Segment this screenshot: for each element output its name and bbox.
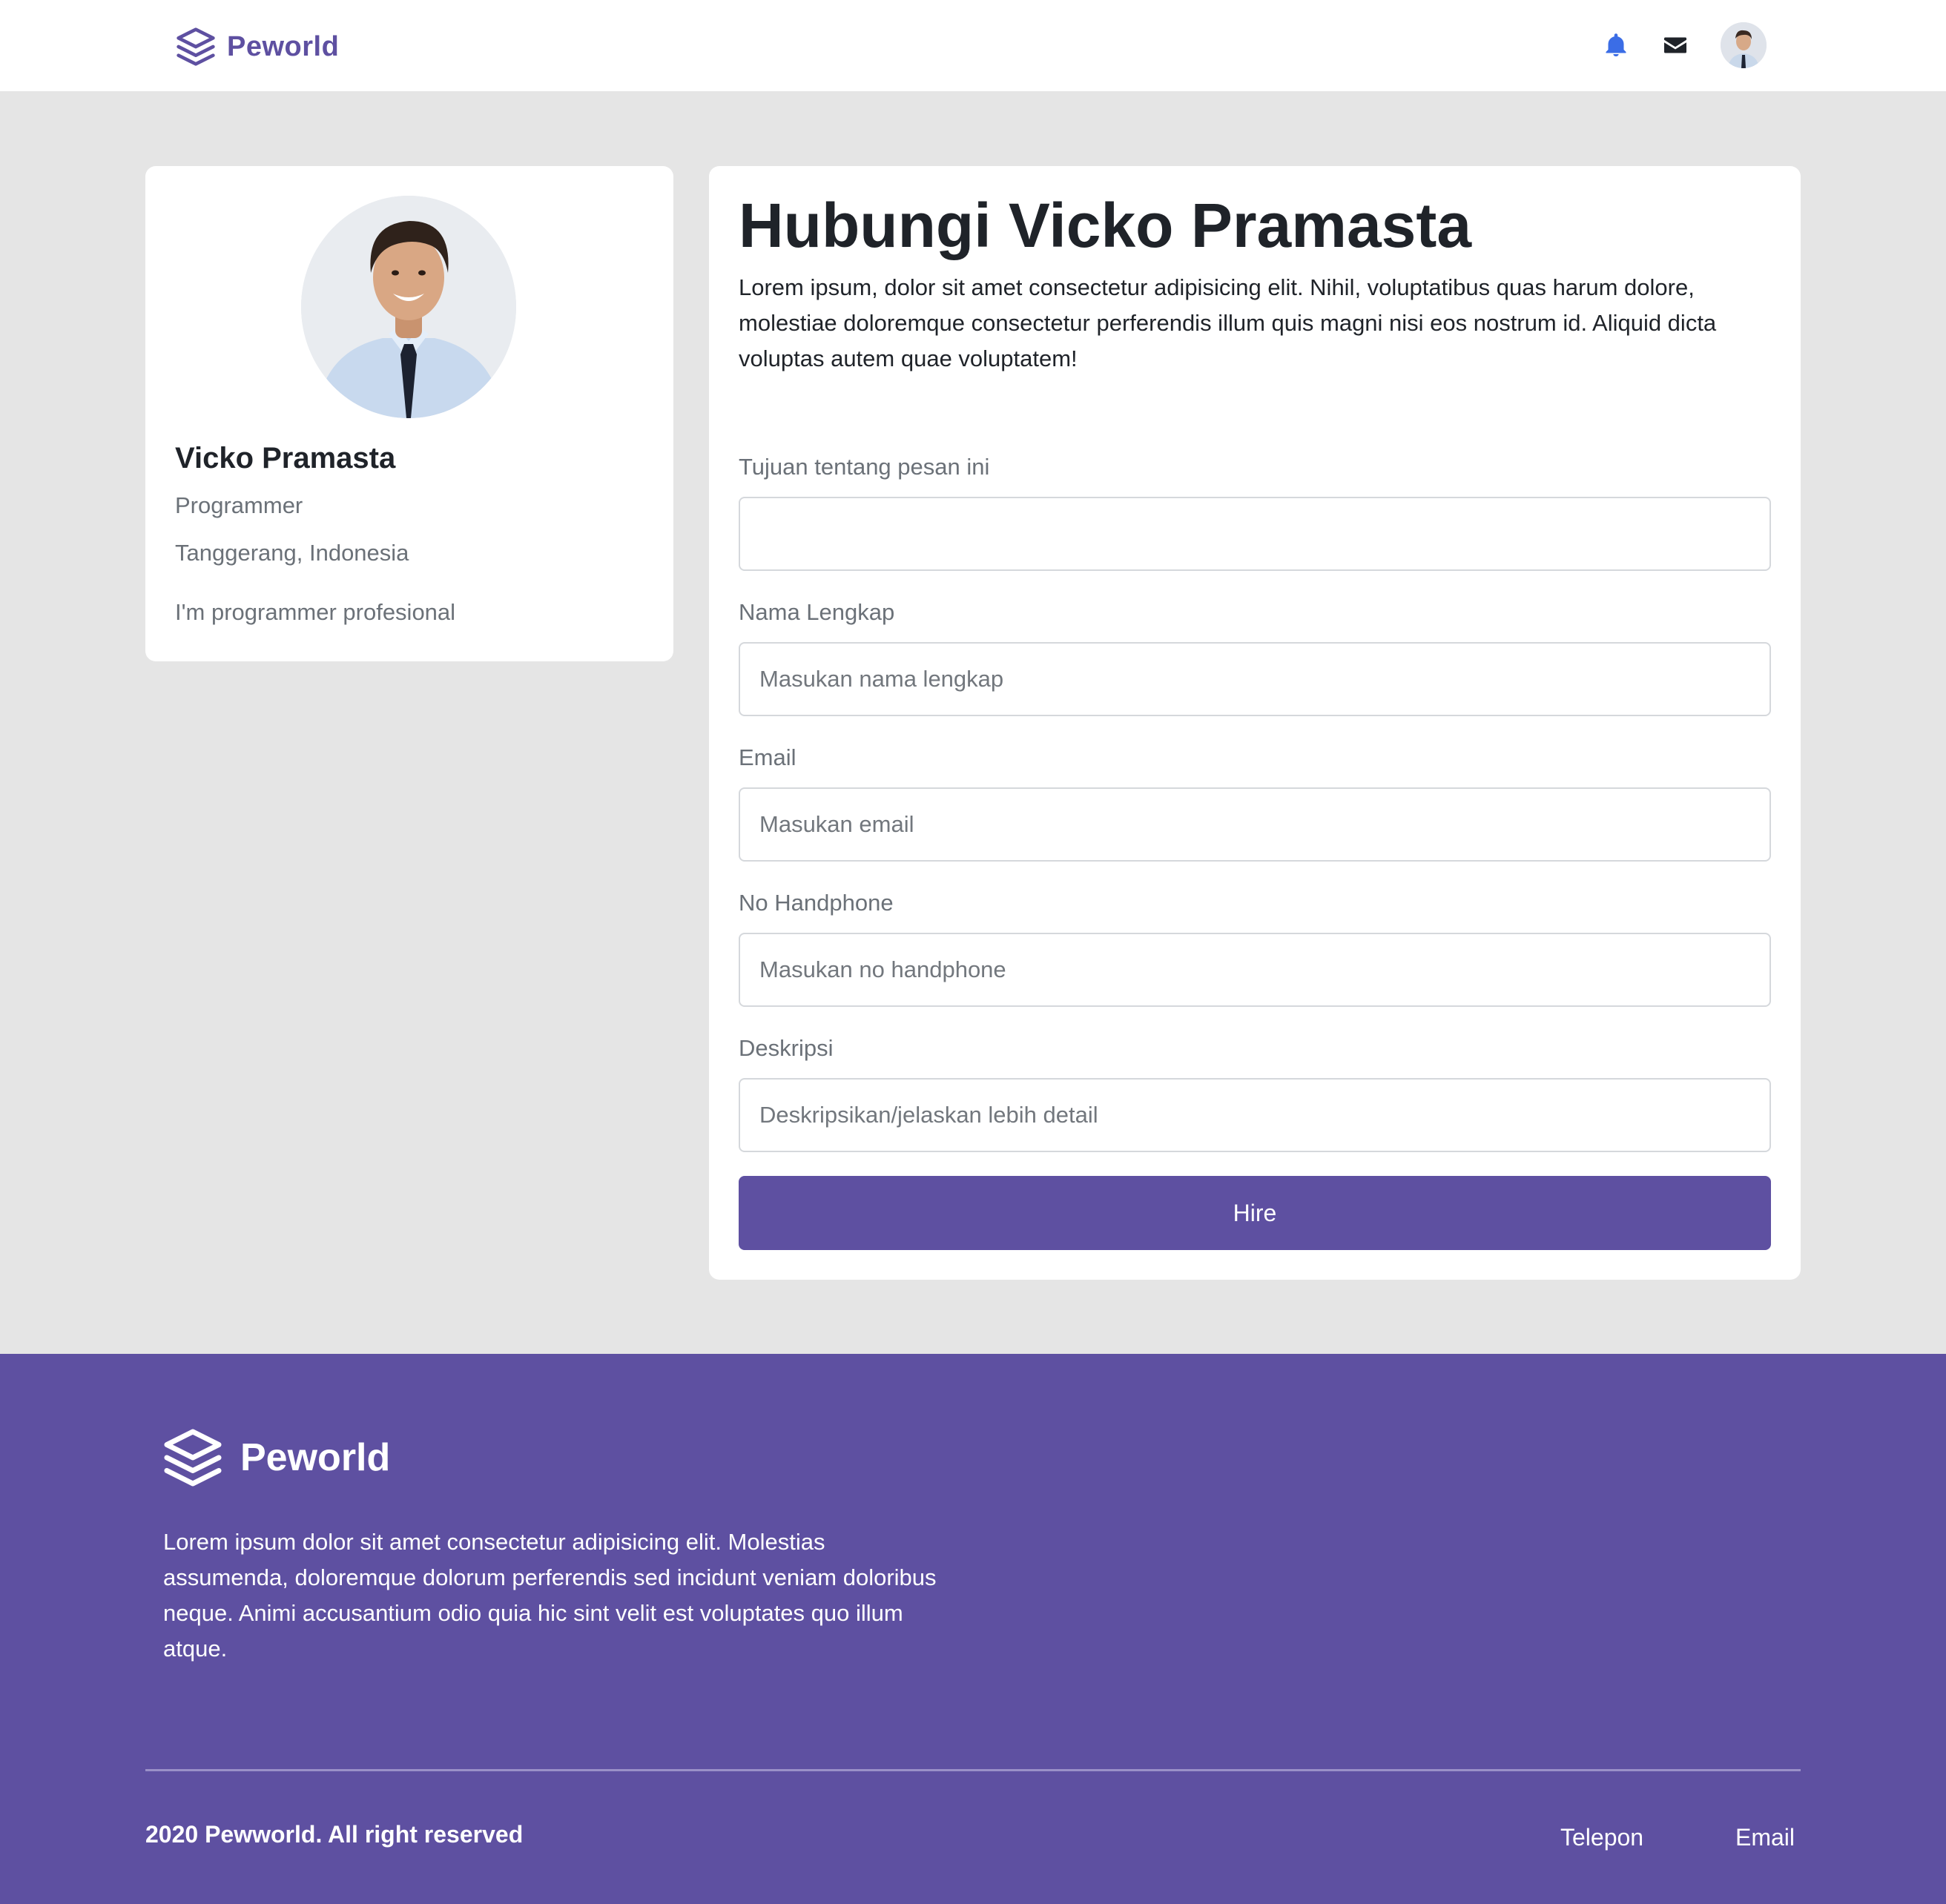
user-avatar[interactable] — [1721, 22, 1767, 68]
full-name-input[interactable] — [739, 642, 1771, 716]
brand-name: Peworld — [227, 30, 340, 62]
page-title: Hubungi Vicko Pramasta — [739, 191, 1472, 260]
profile-card: Vicko Pramasta Programmer Tanggerang, In… — [145, 166, 673, 661]
footer-brand-name: Peworld — [240, 1436, 391, 1479]
profile-image — [301, 196, 516, 418]
phone-input[interactable] — [739, 933, 1771, 1007]
profile-photo — [301, 196, 516, 418]
contact-description: Lorem ipsum, dolor sit amet consectetur … — [739, 274, 1717, 371]
email-input[interactable] — [739, 787, 1771, 862]
hire-button[interactable]: Hire — [739, 1176, 1771, 1250]
contact-form-card: Hubungi Vicko Pramasta Lorem ipsum, dolo… — [709, 166, 1801, 1280]
footer-link-telepon[interactable]: Telepon — [1560, 1824, 1643, 1851]
description-input[interactable] — [739, 1078, 1771, 1152]
messages-button[interactable] — [1660, 30, 1691, 61]
brand-logo[interactable]: Peworld — [175, 25, 339, 68]
footer-divider — [145, 1769, 1801, 1771]
email-label: Email — [739, 744, 796, 770]
purpose-input[interactable] — [739, 497, 1771, 571]
profile-name: Vicko Pramasta — [175, 442, 396, 475]
navbar-actions — [1600, 22, 1767, 68]
profile-bio: I'm programmer profesional — [175, 599, 456, 625]
phone-label: No Handphone — [739, 890, 894, 916]
layers-logo-icon — [164, 1429, 222, 1487]
bell-icon — [1606, 33, 1626, 56]
footer: Peworld Lorem ipsum dolor sit amet conse… — [0, 1354, 1946, 1904]
layers-logo-icon — [177, 27, 215, 66]
profile-location: Tanggerang, Indonesia — [175, 540, 409, 566]
purpose-label: Tujuan tentang pesan ini — [739, 454, 990, 480]
avatar-image — [1721, 22, 1767, 68]
full-name-label: Nama Lengkap — [739, 599, 895, 625]
footer-description: Lorem ipsum dolor sit amet consectetur a… — [163, 1529, 937, 1662]
profile-job: Programmer — [175, 492, 303, 518]
footer-link-email[interactable]: Email — [1735, 1824, 1795, 1851]
notification-button[interactable] — [1600, 30, 1632, 61]
mail-icon — [1664, 37, 1686, 53]
top-navbar: Peworld — [0, 0, 1946, 91]
description-label: Deskripsi — [739, 1035, 834, 1061]
copyright-text: 2020 Pewworld. All right reserved — [145, 1821, 524, 1848]
footer-brand[interactable]: Peworld — [162, 1427, 390, 1489]
